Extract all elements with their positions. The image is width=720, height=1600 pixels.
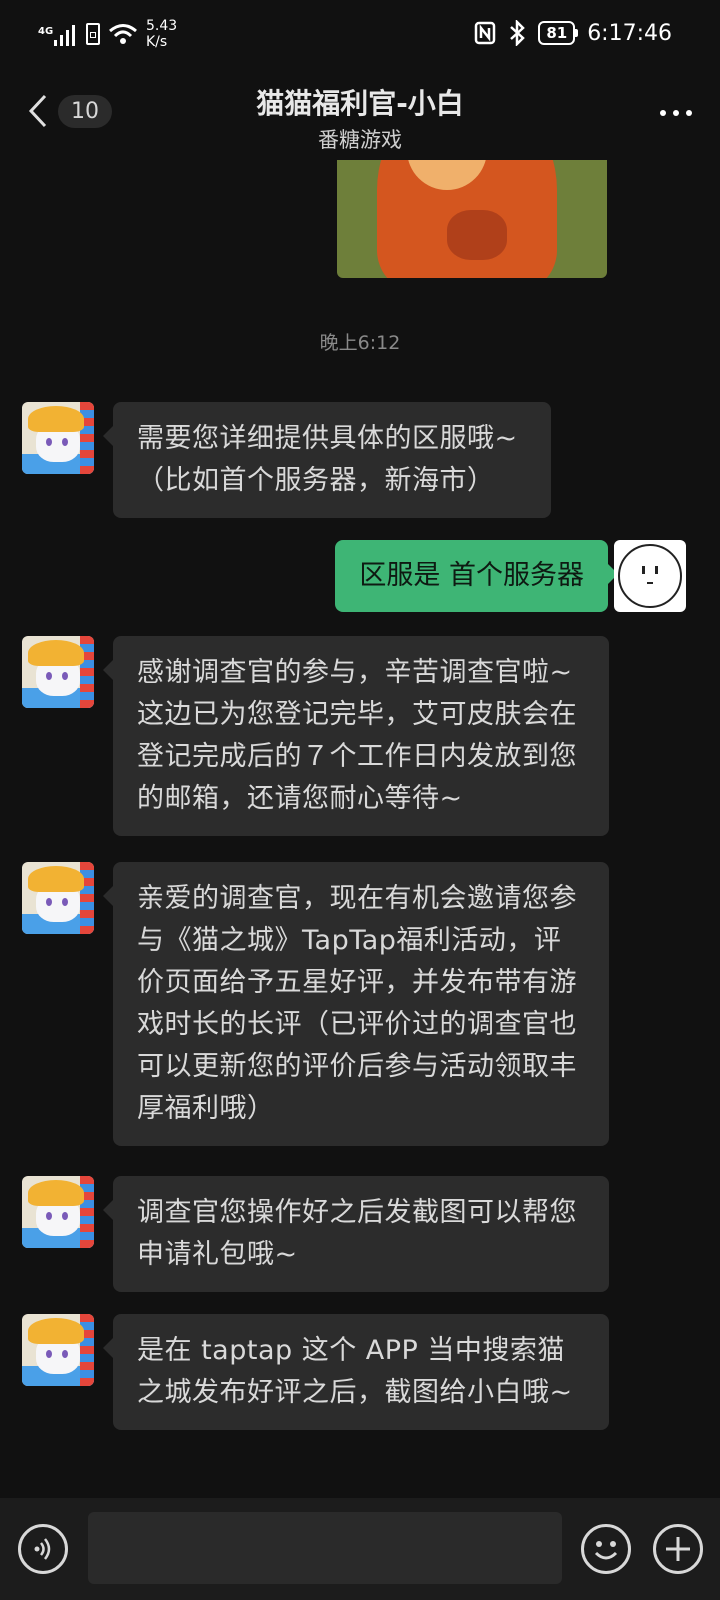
status-left: 4G 5.43 K/s (38, 18, 177, 50)
battery-icon: 81 (538, 21, 579, 45)
my-message-bubble[interactable]: 区服是 首个服务器 (335, 540, 618, 612)
message-bubble[interactable]: 感谢调查官的参与，辛苦调查官啦~这边已为您登记完毕，艾可皮肤会在登记完成后的７个… (103, 636, 609, 836)
chat-header: 10 猫猫福利官-小白 番糖游戏 (0, 72, 720, 160)
signal-icon: 4G (38, 22, 75, 46)
voice-icon[interactable] (18, 1524, 68, 1574)
avatar[interactable] (22, 1176, 94, 1248)
chat-subtitle: 番糖游戏 (318, 128, 402, 152)
avatar[interactable] (22, 636, 94, 708)
plus-icon[interactable] (653, 1524, 703, 1574)
network-type: 4G (38, 26, 54, 37)
avatar[interactable] (22, 1314, 94, 1386)
message-bubble[interactable]: 是在 taptap 这个 APP 当中搜索猫之城发布好评之后，截图给小白哦~ (103, 1314, 609, 1430)
avatar[interactable] (22, 862, 94, 934)
status-bar: 4G 5.43 K/s 81 6:17:46 (0, 0, 720, 72)
message-input[interactable] (88, 1512, 562, 1584)
message-bubble[interactable]: 需要您详细提供具体的区服哦~（比如首个服务器，新海市） (103, 402, 551, 518)
message-bubble[interactable]: 亲爱的调查官，现在有机会邀请您参与《猫之城》TapTap福利活动，评价页面给予五… (103, 862, 609, 1146)
my-avatar[interactable] (614, 540, 686, 612)
message-timestamp: 晚上6:12 (319, 332, 401, 354)
more-dots-icon[interactable] (660, 110, 692, 116)
bluetooth-icon (510, 20, 526, 46)
clock: 6:17:46 (587, 20, 672, 46)
network-speed: 5.43 K/s (146, 18, 178, 50)
chat-title: 猫猫福利官-小白 (256, 87, 464, 120)
image-message[interactable] (337, 160, 607, 278)
status-right: 81 6:17:46 (474, 20, 672, 46)
wifi-icon (109, 24, 137, 44)
avatar[interactable] (22, 402, 94, 474)
sim-icon (86, 23, 100, 45)
input-bar (0, 1498, 720, 1600)
nfc-icon (475, 21, 496, 45)
emoji-icon[interactable] (581, 1524, 631, 1574)
message-bubble[interactable]: 调查官您操作好之后发截图可以帮您申请礼包哦~ (103, 1176, 609, 1292)
message-list[interactable]: 晚上6:12 需要您详细提供具体的区服哦~（比如首个服务器，新海市） 区服是 首… (0, 160, 720, 1498)
